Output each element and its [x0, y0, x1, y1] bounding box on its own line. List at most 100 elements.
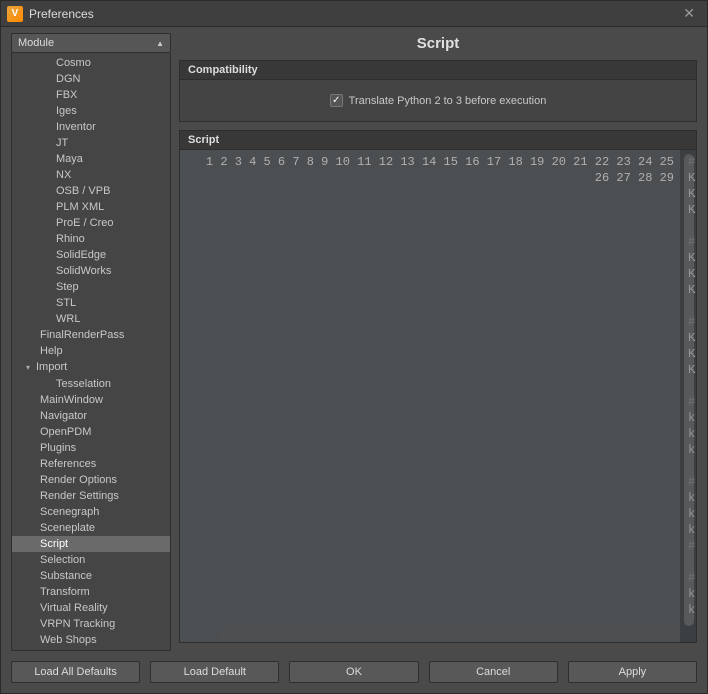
sidebar-item-jt[interactable]: JT [12, 135, 170, 151]
module-selector[interactable]: Module ▲ [11, 33, 171, 53]
window-title: Preferences [29, 7, 677, 21]
sidebar-item-import[interactable]: ▾Import [12, 359, 170, 376]
sidebar-item-label: MainWindow [40, 394, 103, 406]
sidebar-item-dgn[interactable]: DGN [12, 71, 170, 87]
sidebar: Module ▲ Cosmo DGN FBX Iges Inventor JT Maya NX… [11, 33, 171, 651]
sidebar-item-label: Iges [56, 105, 77, 117]
editor-scrollbar-horizontal[interactable] [218, 630, 680, 640]
sidebar-item-references[interactable]: References [12, 456, 170, 472]
sidebar-item-mainwindow[interactable]: MainWindow [12, 392, 170, 408]
sidebar-item-solidworks[interactable]: SolidWorks [12, 263, 170, 279]
sidebar-item-label: Transform [40, 586, 90, 598]
sidebar-item-label: WRL [56, 313, 80, 325]
sidebar-item-label: Script [40, 538, 68, 550]
sidebar-item-label: OSB / VPB [56, 185, 110, 197]
sidebar-item-label: VRPN Tracking [40, 618, 115, 630]
sidebar-item-step[interactable]: Step [12, 279, 170, 295]
sidebar-item-virtual-reality[interactable]: Virtual Reality [12, 600, 170, 616]
sidebar-item-label: WebInterface [40, 650, 105, 651]
sidebar-item-help[interactable]: Help [12, 343, 170, 359]
expander-icon[interactable]: ▾ [26, 361, 36, 375]
chevron-up-icon: ▲ [156, 39, 164, 48]
sidebar-item-label: SolidWorks [56, 265, 111, 277]
compatibility-group: Compatibility ✓ Translate Python 2 to 3 … [179, 60, 697, 122]
sidebar-item-plm-xml[interactable]: PLM XML [12, 199, 170, 215]
sidebar-item-label: Render Options [40, 474, 117, 486]
sidebar-item-label: Navigator [40, 410, 87, 422]
sidebar-item-label: Step [56, 281, 79, 293]
sidebar-item-substance[interactable]: Substance [12, 568, 170, 584]
sidebar-item-label: JT [56, 137, 68, 149]
sidebar-item-label: Cosmo [56, 57, 91, 69]
sidebar-item-scenegraph[interactable]: Scenegraph [12, 504, 170, 520]
sidebar-item-maya[interactable]: Maya [12, 151, 170, 167]
module-selector-label: Module [18, 37, 54, 49]
sidebar-item-label: Tesselation [56, 378, 111, 390]
sidebar-item-fbx[interactable]: FBX [12, 87, 170, 103]
dialog-buttons: Load All Defaults Load Default OK Cancel… [11, 651, 697, 683]
editor-scrollbar-vertical[interactable] [684, 154, 694, 626]
translate-py2to3-label: Translate Python 2 to 3 before execution [349, 95, 547, 107]
sidebar-item-label: SolidEdge [56, 249, 106, 261]
sidebar-item-label: Render Settings [40, 490, 119, 502]
sidebar-item-openpdm[interactable]: OpenPDM [12, 424, 170, 440]
sidebar-item-cosmo[interactable]: Cosmo [12, 55, 170, 71]
cancel-button[interactable]: Cancel [429, 661, 558, 683]
app-icon: V [7, 6, 23, 22]
sidebar-item-label: Inventor [56, 121, 96, 133]
sidebar-item-webinterface[interactable]: WebInterface [12, 648, 170, 651]
sidebar-item-plugins[interactable]: Plugins [12, 440, 170, 456]
translate-py2to3-checkbox[interactable]: ✓ [330, 94, 343, 107]
sidebar-item-iges[interactable]: Iges [12, 103, 170, 119]
sidebar-item-label: Plugins [40, 442, 76, 454]
sidebar-item-inventor[interactable]: Inventor [12, 119, 170, 135]
content-panel: Script Compatibility ✓ Translate Python … [179, 33, 697, 651]
sidebar-item-label: Import [36, 361, 67, 373]
sidebar-item-transform[interactable]: Transform [12, 584, 170, 600]
line-gutter: 1 2 3 4 5 6 7 8 9 10 11 12 13 14 15 16 1… [180, 150, 680, 642]
sidebar-item-solidedge[interactable]: SolidEdge [12, 247, 170, 263]
sidebar-item-label: Sceneplate [40, 522, 95, 534]
load-all-defaults-button[interactable]: Load All Defaults [11, 661, 140, 683]
sidebar-item-label: Rhino [56, 233, 85, 245]
load-default-button[interactable]: Load Default [150, 661, 279, 683]
sidebar-item-label: NX [56, 169, 71, 181]
sidebar-item-label: Selection [40, 554, 85, 566]
ok-button[interactable]: OK [289, 661, 418, 683]
sidebar-item-selection[interactable]: Selection [12, 552, 170, 568]
sidebar-item-label: References [40, 458, 96, 470]
sidebar-item-osb-vpb[interactable]: OSB / VPB [12, 183, 170, 199]
compatibility-header: Compatibility [180, 61, 696, 80]
sidebar-item-rhino[interactable]: Rhino [12, 231, 170, 247]
sidebar-item-vrpn-tracking[interactable]: VRPN Tracking [12, 616, 170, 632]
sidebar-item-label: PLM XML [56, 201, 104, 213]
sidebar-item-label: FBX [56, 89, 77, 101]
sidebar-item-label: DGN [56, 73, 80, 85]
sidebar-item-finalrenderpass[interactable]: FinalRenderPass [12, 327, 170, 343]
close-icon[interactable]: ✕ [677, 3, 701, 24]
sidebar-item-navigator[interactable]: Navigator [12, 408, 170, 424]
sidebar-item-label: Web Shops [40, 634, 97, 646]
page-title: Script [179, 33, 697, 60]
sidebar-item-label: Virtual Reality [40, 602, 108, 614]
sidebar-item-nx[interactable]: NX [12, 167, 170, 183]
sidebar-item-label: FinalRenderPass [40, 329, 124, 341]
sidebar-item-sceneplate[interactable]: Sceneplate [12, 520, 170, 536]
script-header: Script [180, 131, 696, 150]
sidebar-item-render-settings[interactable]: Render Settings [12, 488, 170, 504]
module-tree-scroll[interactable]: Cosmo DGN FBX Iges Inventor JT Maya NX OSB / VPB… [11, 53, 171, 651]
titlebar: V Preferences ✕ [1, 1, 707, 27]
sidebar-item-render-options[interactable]: Render Options [12, 472, 170, 488]
sidebar-item-web-shops[interactable]: Web Shops [12, 632, 170, 648]
sidebar-item-stl[interactable]: STL [12, 295, 170, 311]
sidebar-item-proe-creo[interactable]: ProE / Creo [12, 215, 170, 231]
apply-button[interactable]: Apply [568, 661, 697, 683]
sidebar-item-label: Help [40, 345, 63, 357]
sidebar-item-label: ProE / Creo [56, 217, 113, 229]
script-editor[interactable]: 1 2 3 4 5 6 7 8 9 10 11 12 13 14 15 16 1… [180, 150, 696, 642]
sidebar-item-label: Scenegraph [40, 506, 99, 518]
translate-py2to3-row[interactable]: ✓ Translate Python 2 to 3 before executi… [188, 88, 688, 113]
sidebar-item-script[interactable]: Script [12, 536, 170, 552]
sidebar-item-wrl[interactable]: WRL [12, 311, 170, 327]
sidebar-item-tesselation[interactable]: Tesselation [12, 376, 170, 392]
